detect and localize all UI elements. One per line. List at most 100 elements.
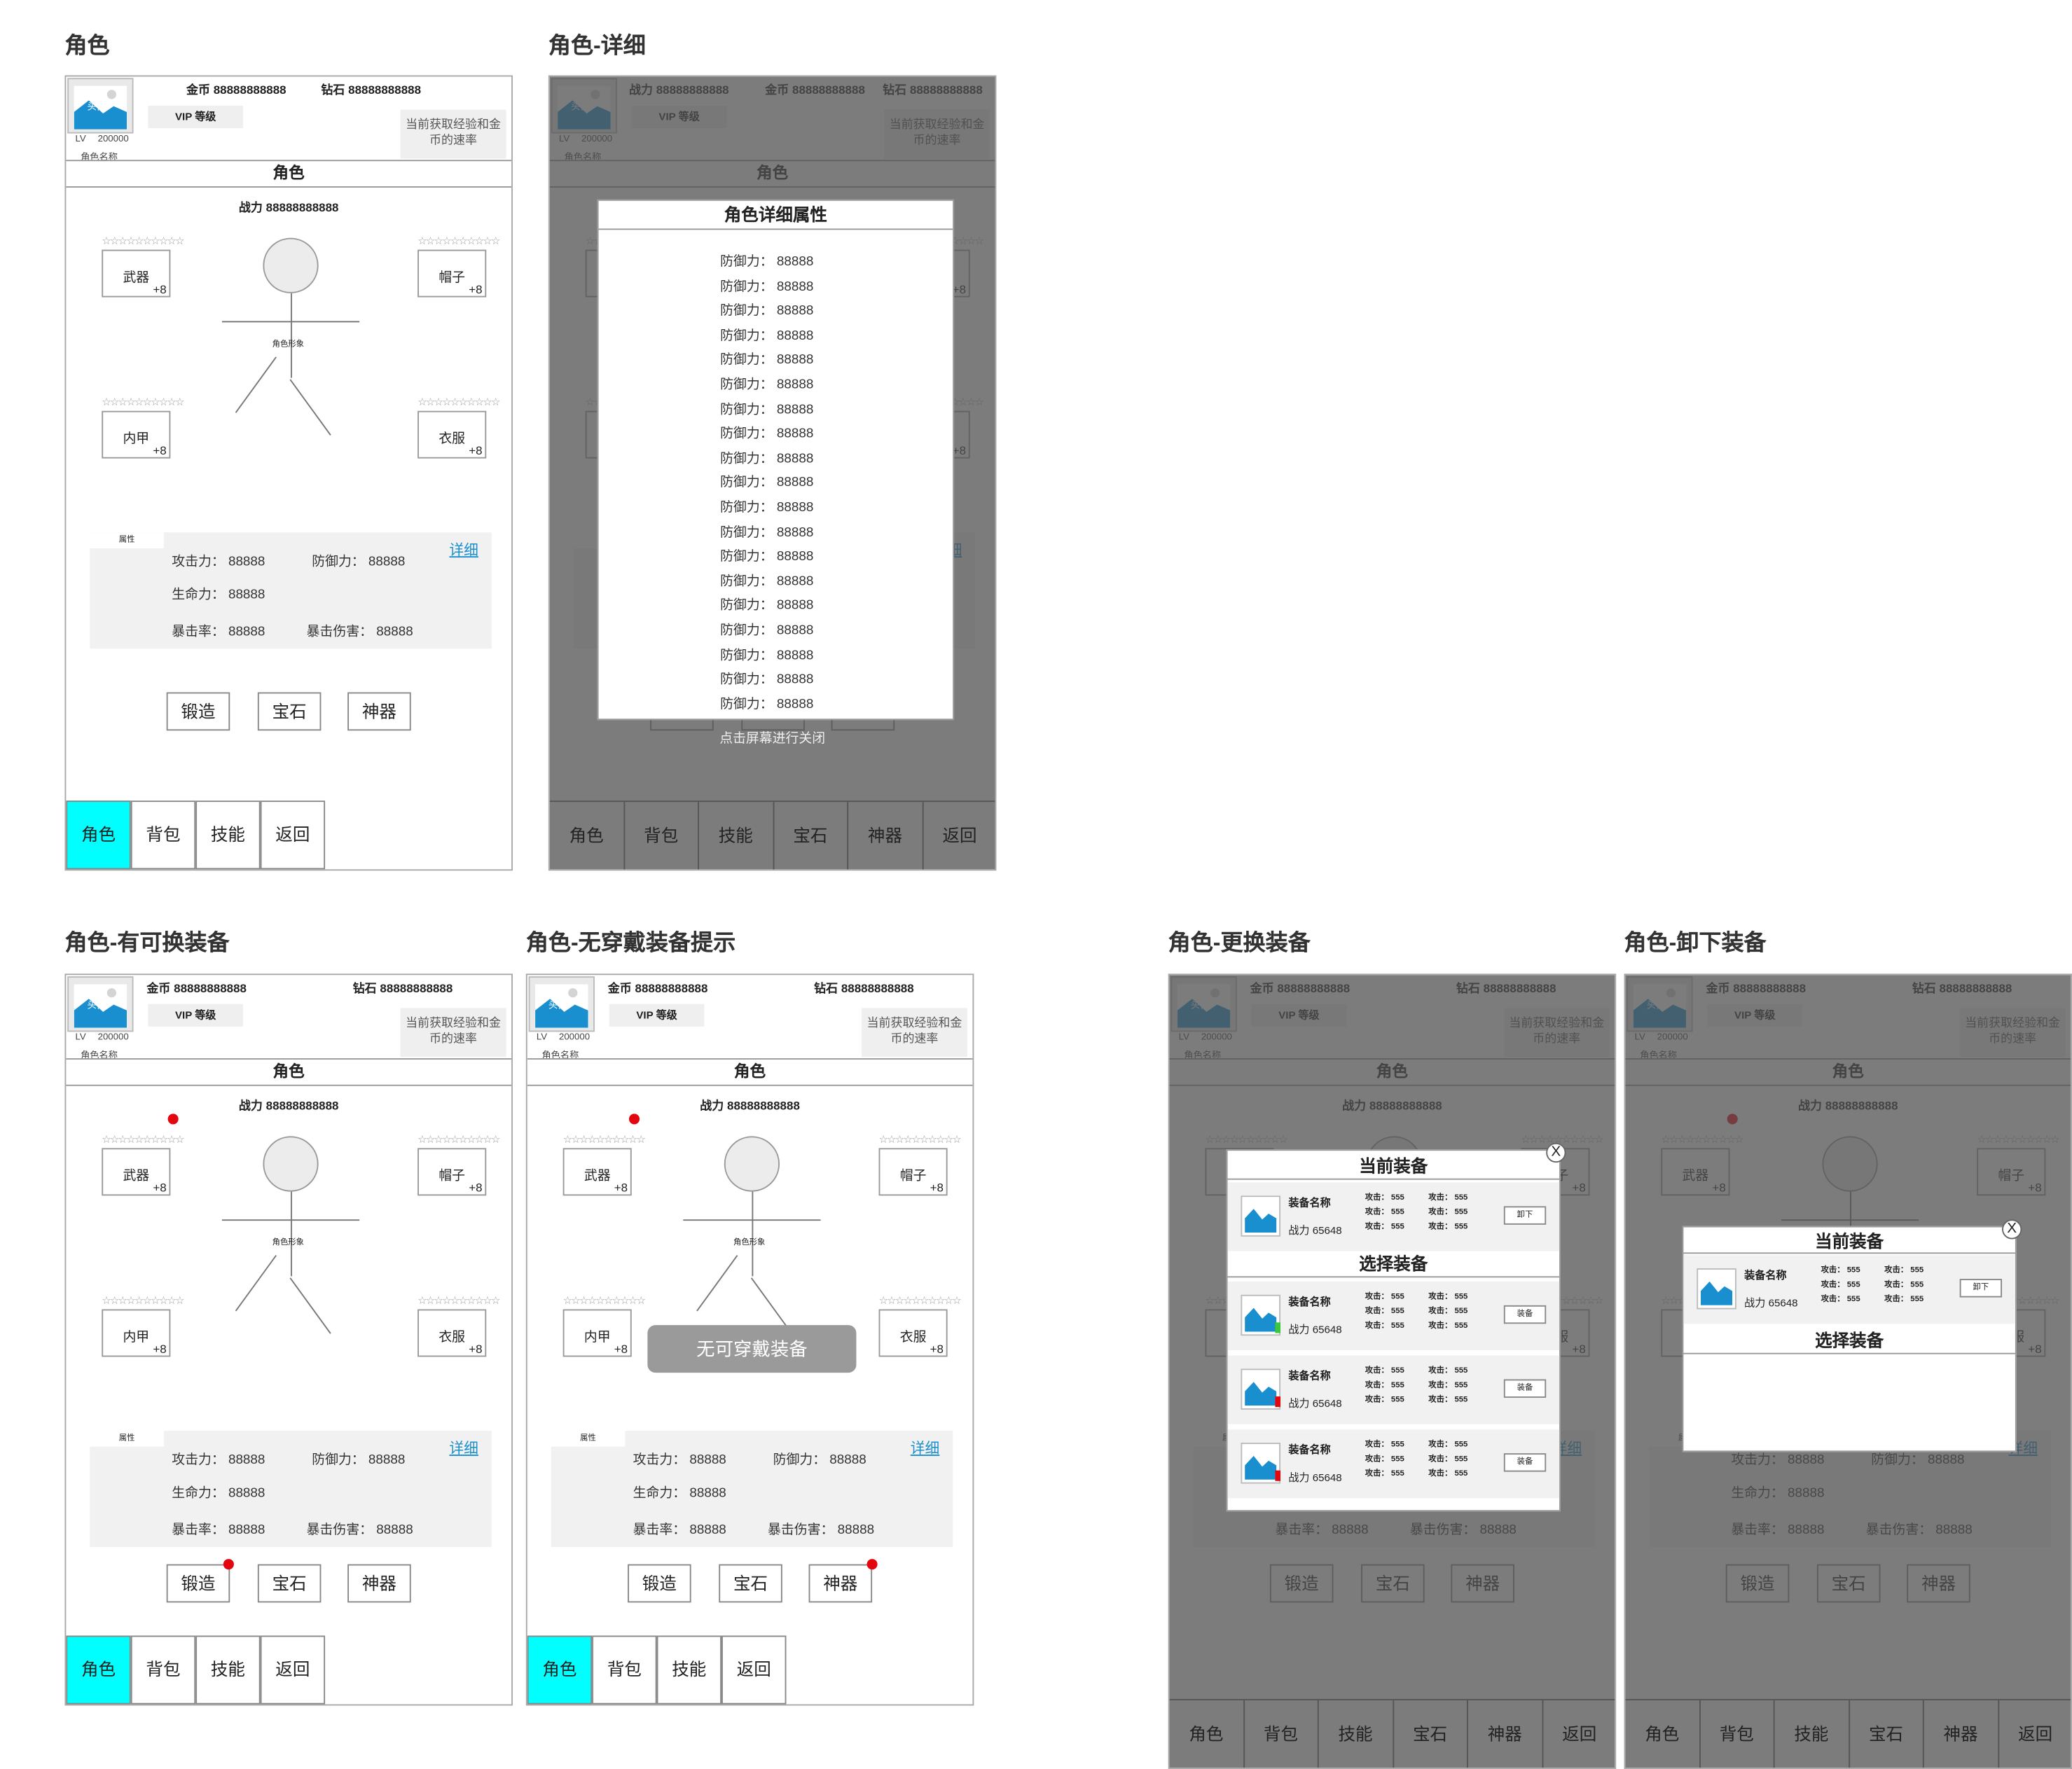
equip-button[interactable]: 装备 bbox=[1503, 1453, 1547, 1472]
equip-slot-weapon[interactable]: 武器+8 bbox=[562, 1148, 632, 1196]
figure-label: 角色形象 bbox=[733, 1239, 766, 1247]
nav-skill[interactable]: 技能 bbox=[699, 802, 774, 870]
nav-artifact[interactable]: 神器 bbox=[848, 802, 923, 870]
close-button[interactable]: X bbox=[1546, 1142, 1566, 1163]
stat-value: 555 bbox=[1454, 1307, 1468, 1316]
nav-artifact[interactable]: 神器 bbox=[1468, 1700, 1543, 1768]
equipment-row: 装备名称 战力 65648 攻击： 555 攻击： 555 攻击： 555 攻击： 555… bbox=[1227, 1355, 1560, 1424]
equip-slot-hat[interactable]: 帽子+8 bbox=[417, 1148, 487, 1196]
stat-line: 攻击： 555 bbox=[1884, 1279, 1923, 1293]
critdmg-value: 88888 bbox=[376, 1523, 413, 1538]
nav-role[interactable]: 角色 bbox=[66, 1635, 131, 1705]
equip-slot-clothes[interactable]: 衣服+8 bbox=[417, 410, 487, 459]
action-forge-button[interactable]: 锻造 bbox=[166, 692, 230, 731]
nav-back[interactable]: 返回 bbox=[1998, 1700, 2071, 1768]
nav-back[interactable]: 返回 bbox=[260, 1635, 326, 1705]
nav-back[interactable]: 返回 bbox=[260, 800, 326, 870]
close-button[interactable]: X bbox=[2002, 1219, 2022, 1240]
nav-role[interactable]: 角色 bbox=[527, 1635, 593, 1705]
nav-gem[interactable]: 宝石 bbox=[1393, 1700, 1468, 1768]
select-equip-title: 选择装备 bbox=[1683, 1328, 2015, 1354]
character-head bbox=[724, 1136, 780, 1192]
nav-bag[interactable]: 背包 bbox=[130, 800, 196, 870]
detail-value: 88888 bbox=[776, 402, 814, 417]
nav-bag[interactable]: 背包 bbox=[1700, 1700, 1775, 1768]
nav-bag[interactable]: 背包 bbox=[624, 802, 699, 870]
nav-artifact[interactable]: 神器 bbox=[1924, 1700, 1999, 1768]
action-forge-button[interactable]: 锻造 bbox=[166, 1564, 230, 1603]
action-gem-button[interactable]: 宝石 bbox=[257, 1564, 322, 1603]
wireframe-canvas: 角色 角色-详细 角色-有可换装备 角色-无穿戴装备提示 角色-更换装备 角色-… bbox=[0, 0, 2072, 1769]
unequip-button[interactable]: 卸下 bbox=[1959, 1279, 2003, 1298]
nav-role[interactable]: 角色 bbox=[1625, 1700, 1700, 1768]
vip-level-button[interactable]: VIP 等级 bbox=[609, 1004, 705, 1027]
slot-plus: +8 bbox=[469, 1181, 483, 1195]
detail-label: 防御力： bbox=[720, 500, 773, 515]
slot-plus: +8 bbox=[930, 1181, 944, 1195]
nav-skill[interactable]: 技能 bbox=[195, 1635, 261, 1705]
stat-value: 555 bbox=[1390, 1293, 1404, 1302]
action-forge-button[interactable]: 锻造 bbox=[628, 1564, 691, 1603]
equip-slot-weapon[interactable]: 武器+8 bbox=[102, 1148, 171, 1196]
detail-link[interactable]: 详细 bbox=[911, 1438, 940, 1459]
nav-back[interactable]: 返回 bbox=[721, 1635, 787, 1705]
rate-info: 当前获取经验和金币的速率 bbox=[861, 1008, 967, 1057]
nav-role[interactable]: 角色 bbox=[66, 800, 131, 870]
nav-back[interactable]: 返回 bbox=[923, 802, 995, 869]
equip-slot-hat[interactable]: 帽子+8 bbox=[878, 1148, 948, 1196]
nav-back[interactable]: 返回 bbox=[1542, 1700, 1615, 1768]
attack-value: 88888 bbox=[228, 1453, 265, 1468]
stat-line: 攻击： 555 bbox=[1365, 1291, 1404, 1305]
level-value: 200000 bbox=[97, 134, 129, 144]
nav-skill[interactable]: 技能 bbox=[1775, 1700, 1850, 1768]
vip-level-button[interactable]: VIP 等级 bbox=[148, 1004, 244, 1027]
equip-slot-clothes[interactable]: 衣服+8 bbox=[878, 1309, 948, 1357]
action-gem-button[interactable]: 宝石 bbox=[257, 692, 322, 731]
equip-slot-weapon[interactable]: 武器+8 bbox=[102, 249, 171, 298]
page-title: 角色 bbox=[66, 160, 512, 188]
defense-value: 88888 bbox=[829, 1453, 866, 1468]
equip-slot-armor[interactable]: 内甲+8 bbox=[102, 410, 171, 459]
rate-info: 当前获取经验和金币的速率 bbox=[400, 1008, 506, 1057]
nav-gem[interactable]: 宝石 bbox=[774, 802, 849, 870]
stat-value: 555 bbox=[1454, 1382, 1468, 1390]
red-dot-badge bbox=[628, 1114, 640, 1125]
select-equip-title: 选择装备 bbox=[1227, 1251, 1560, 1278]
equip-slot-armor[interactable]: 内甲+8 bbox=[102, 1309, 171, 1357]
hp-value: 88888 bbox=[228, 588, 265, 603]
close-hint[interactable]: 点击屏幕进行关闭 bbox=[550, 727, 995, 747]
action-artifact-button[interactable]: 神器 bbox=[808, 1564, 873, 1603]
nav-gem[interactable]: 宝石 bbox=[1849, 1700, 1924, 1768]
stat-value: 555 bbox=[1454, 1209, 1468, 1217]
detail-value: 88888 bbox=[776, 525, 814, 540]
detail-label: 防御力： bbox=[720, 402, 773, 417]
figure-body bbox=[291, 293, 292, 378]
action-artifact-button[interactable]: 神器 bbox=[347, 692, 411, 731]
equip-slot-hat[interactable]: 帽子+8 bbox=[417, 249, 487, 298]
nav-bag[interactable]: 背包 bbox=[1244, 1700, 1319, 1768]
stat-label: 攻击： bbox=[1821, 1267, 1845, 1275]
nav-role[interactable]: 角色 bbox=[550, 802, 625, 870]
avatar[interactable]: 头像 bbox=[528, 976, 595, 1032]
nav-bag[interactable]: 背包 bbox=[130, 1635, 196, 1705]
gold-display: 金币 88888888888 bbox=[186, 81, 286, 98]
avatar[interactable]: 头像 bbox=[67, 976, 134, 1032]
action-artifact-button[interactable]: 神器 bbox=[347, 1564, 411, 1603]
equip-slot-clothes[interactable]: 衣服+8 bbox=[417, 1309, 487, 1357]
nav-skill[interactable]: 技能 bbox=[656, 1635, 722, 1705]
nav-bag[interactable]: 背包 bbox=[592, 1635, 657, 1705]
nav-skill[interactable]: 技能 bbox=[195, 800, 261, 870]
attr-crit: 暴击率： 88888 bbox=[172, 1518, 265, 1538]
avatar[interactable]: 头像 bbox=[67, 78, 134, 134]
unequip-button[interactable]: 卸下 bbox=[1503, 1206, 1547, 1225]
equip-button[interactable]: 装备 bbox=[1503, 1379, 1547, 1398]
nav-role[interactable]: 角色 bbox=[1170, 1700, 1245, 1768]
vip-level-button[interactable]: VIP 等级 bbox=[148, 105, 244, 128]
unequip-modal: 当前装备 X 装备名称 战力 65648 攻击： 555 攻击： 555 攻击： 555 攻击… bbox=[1682, 1219, 2022, 1452]
equip-button[interactable]: 装备 bbox=[1503, 1305, 1547, 1324]
detail-link[interactable]: 详细 bbox=[449, 539, 478, 560]
nav-skill[interactable]: 技能 bbox=[1319, 1700, 1394, 1768]
equip-slot-armor[interactable]: 内甲+8 bbox=[562, 1309, 632, 1357]
detail-link[interactable]: 详细 bbox=[449, 1438, 478, 1459]
action-gem-button[interactable]: 宝石 bbox=[719, 1564, 782, 1603]
